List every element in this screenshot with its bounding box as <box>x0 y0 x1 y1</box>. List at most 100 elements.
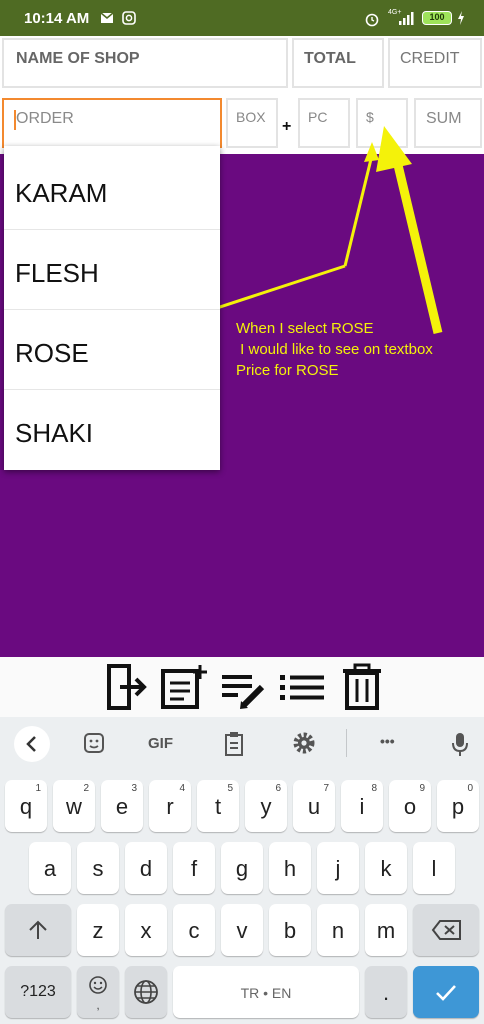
dropdown-item-karam[interactable]: KARAM <box>4 150 220 230</box>
key-number-hint: 9 <box>419 783 425 794</box>
key-label: j <box>335 856 341 881</box>
key-r[interactable]: 4r <box>149 780 191 832</box>
shift-key[interactable] <box>5 904 71 956</box>
key-z[interactable]: z <box>77 904 119 956</box>
list-icon[interactable] <box>278 663 326 711</box>
key-label: o <box>403 794 417 819</box>
dropdown-item-label: SHAKI <box>15 418 94 448</box>
key-y[interactable]: 6y <box>245 780 287 832</box>
exit-icon[interactable] <box>106 663 150 711</box>
dropdown-item-label: FLESH <box>15 258 99 288</box>
period-key[interactable]: . <box>365 966 407 1018</box>
key-label: w <box>66 794 82 819</box>
settings-gear-icon[interactable] <box>292 731 316 755</box>
add-note-icon[interactable] <box>160 663 208 711</box>
key-label: ?123 <box>20 983 56 1000</box>
key-label: TR • EN <box>240 985 292 1001</box>
key-number-hint: 7 <box>323 783 329 794</box>
key-number-hint: 0 <box>467 783 473 794</box>
key-e[interactable]: 3e <box>101 780 143 832</box>
key-b[interactable]: b <box>269 904 311 956</box>
microphone-icon[interactable] <box>450 731 470 757</box>
key-comma-hint: , <box>96 998 100 1012</box>
keyboard: GIF ••• 1q 2w 3e 4r 5t 6y 7u 8i 9o 0p a … <box>0 717 484 1024</box>
action-toolbar <box>0 657 484 717</box>
emoji-key[interactable]: , <box>77 966 119 1018</box>
key-j[interactable]: j <box>317 842 359 894</box>
key-label: b <box>283 918 297 943</box>
symbols-key[interactable]: ?123 <box>5 966 71 1018</box>
chevron-left-icon <box>26 736 36 752</box>
key-u[interactable]: 7u <box>293 780 335 832</box>
language-key[interactable] <box>125 966 167 1018</box>
key-number-hint: 6 <box>275 783 281 794</box>
key-w[interactable]: 2w <box>53 780 95 832</box>
dropdown-item-flesh[interactable]: FLESH <box>4 230 220 310</box>
key-label: x <box>140 918 152 943</box>
key-n[interactable]: n <box>317 904 359 956</box>
order-dropdown: KARAM FLESH ROSE SHAKI <box>4 146 220 470</box>
key-label: . <box>382 980 390 1005</box>
key-label: d <box>139 856 153 881</box>
gif-button[interactable]: GIF <box>148 735 173 752</box>
check-icon <box>436 985 456 1001</box>
key-label: k <box>380 856 392 881</box>
key-number-hint: 8 <box>371 783 377 794</box>
key-i[interactable]: 8i <box>341 780 383 832</box>
dropdown-item-shaki[interactable]: SHAKI <box>4 390 220 470</box>
key-d[interactable]: d <box>125 842 167 894</box>
key-x[interactable]: x <box>125 904 167 956</box>
backspace-key[interactable] <box>413 904 479 956</box>
key-number-hint: 5 <box>227 783 233 794</box>
globe-icon <box>134 980 158 1004</box>
space-key[interactable]: TR • EN <box>173 966 359 1018</box>
key-label: i <box>359 794 365 819</box>
key-v[interactable]: v <box>221 904 263 956</box>
key-label: f <box>190 856 198 881</box>
key-s[interactable]: s <box>77 842 119 894</box>
more-button[interactable]: ••• <box>380 733 395 749</box>
key-p[interactable]: 0p <box>437 780 479 832</box>
key-label: l <box>431 856 437 881</box>
edit-list-icon[interactable] <box>220 663 268 711</box>
key-label: g <box>235 856 249 881</box>
key-number-hint: 1 <box>35 783 41 794</box>
dropdown-item-rose[interactable]: ROSE <box>4 310 220 390</box>
clipboard-icon[interactable] <box>222 731 246 757</box>
key-label: a <box>43 856 57 881</box>
key-label: t <box>214 794 222 819</box>
key-number-hint: 4 <box>179 783 185 794</box>
key-g[interactable]: g <box>221 842 263 894</box>
key-label: y <box>260 794 272 819</box>
key-q[interactable]: 1q <box>5 780 47 832</box>
key-c[interactable]: c <box>173 904 215 956</box>
backspace-icon <box>431 920 461 940</box>
key-label: s <box>92 856 104 881</box>
keyboard-suggestion-bar: GIF ••• <box>0 717 484 771</box>
key-l[interactable]: l <box>413 842 455 894</box>
key-k[interactable]: k <box>365 842 407 894</box>
key-label: n <box>331 918 345 943</box>
collapse-button[interactable] <box>14 726 50 762</box>
emoji-icon <box>89 976 107 994</box>
annotation-line-3: Price for ROSE <box>236 362 339 379</box>
key-t[interactable]: 5t <box>197 780 239 832</box>
annotation-line-1: When I select ROSE <box>236 320 374 337</box>
key-o[interactable]: 9o <box>389 780 431 832</box>
dropdown-item-label: ROSE <box>15 338 89 368</box>
enter-key[interactable] <box>413 966 479 1018</box>
sticker-icon[interactable] <box>82 731 106 755</box>
key-label: c <box>188 918 200 943</box>
key-label: z <box>92 918 104 943</box>
key-h[interactable]: h <box>269 842 311 894</box>
key-label: v <box>236 918 248 943</box>
key-label: h <box>283 856 297 881</box>
key-m[interactable]: m <box>365 904 407 956</box>
delete-icon[interactable] <box>340 663 384 711</box>
dropdown-item-label: KARAM <box>15 178 108 208</box>
key-a[interactable]: a <box>29 842 71 894</box>
key-label: e <box>115 794 129 819</box>
key-f[interactable]: f <box>173 842 215 894</box>
key-label: r <box>166 794 174 819</box>
divider <box>346 729 347 757</box>
